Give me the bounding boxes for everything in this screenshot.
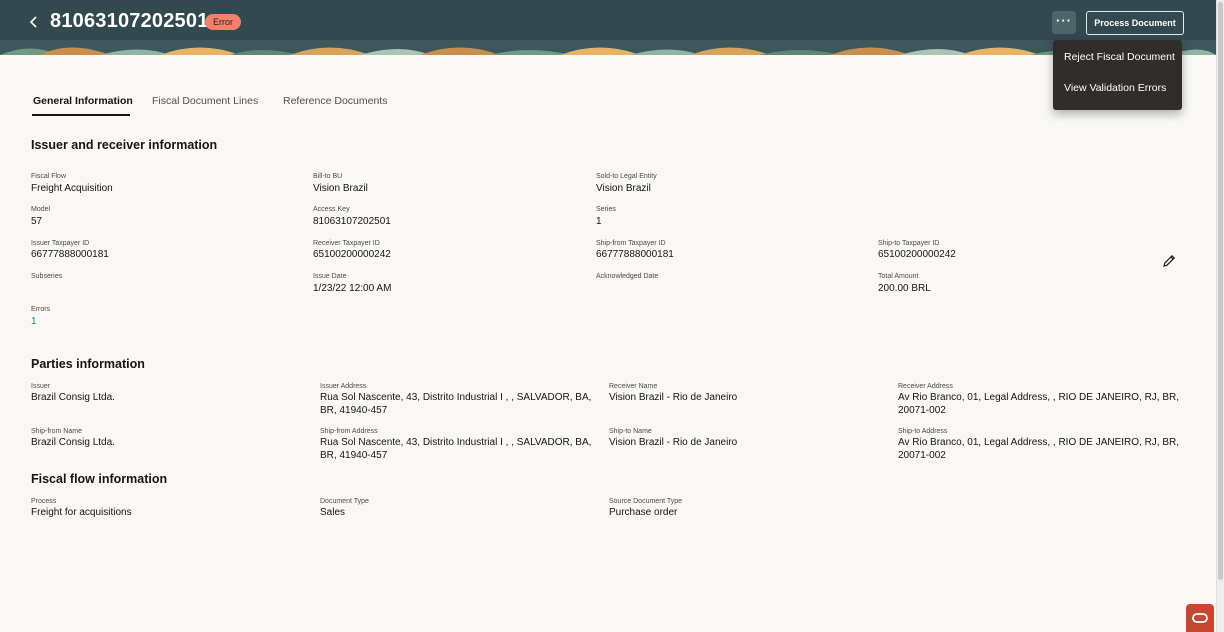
tab-fiscal-document-lines[interactable]: Fiscal Document Lines [152, 95, 258, 107]
sold-to-legal-entity-label: Sold-to Legal Entity [596, 173, 657, 180]
ship-from-taxpayer-id-value: 66777888000181 [596, 249, 674, 260]
document-type-label: Document Type [320, 498, 369, 505]
back-button[interactable] [22, 10, 46, 34]
errors-count-link[interactable]: 1 [31, 315, 37, 328]
issuer-taxpayer-id-value: 66777888000181 [31, 249, 109, 260]
status-badge: Error [205, 14, 241, 30]
pencil-icon [1163, 254, 1176, 267]
issue-date-value: 1/23/22 12:00 AM [313, 283, 392, 294]
ship-to-name-label: Ship-to Name [609, 428, 652, 435]
ship-from-name-label: Ship-from Name [31, 428, 82, 435]
ship-from-name-value: Brazil Consig Ltda. [31, 437, 115, 448]
series-label: Series [596, 206, 616, 213]
ship-from-address-value: Rua Sol Nascente, 43, Distrito Industria… [320, 437, 592, 461]
page-title: 81063107202501 [50, 10, 209, 32]
process-document-button[interactable]: Process Document [1086, 11, 1184, 35]
bill-to-bu-value: Vision Brazil [313, 183, 368, 194]
access-key-value: 81063107202501 [313, 216, 391, 227]
header-decorative-pattern [0, 40, 1216, 55]
ship-to-taxpayer-id-label: Ship-to Taxpayer ID [878, 240, 940, 247]
more-actions-menu: Reject Fiscal Document View Validation E… [1053, 40, 1182, 110]
model-value: 57 [31, 216, 43, 227]
issuer-address-value: Rua Sol Nascente, 43, Distrito Industria… [320, 392, 592, 416]
menu-item-view-validation-errors[interactable]: View Validation Errors [1064, 82, 1166, 94]
active-tab-indicator [32, 114, 130, 116]
issue-date-label: Issue Date [313, 273, 347, 280]
page-scrollbar[interactable] [1216, 0, 1224, 632]
edit-button[interactable] [1160, 252, 1178, 270]
sold-to-legal-entity-value: Vision Brazil [596, 183, 651, 194]
issuer-address-label: Issuer Address [320, 383, 367, 390]
access-key-label: Access Key [313, 206, 350, 213]
fiscal-flow-value: Freight Acquisition [31, 183, 113, 194]
section-title-parties: Parties information [31, 357, 145, 371]
document-type-value: Sales [320, 507, 346, 518]
source-document-type-label: Source Document Type [609, 498, 683, 505]
ship-to-address-value: Av Rio Branco, 01, Legal Address, , RIO … [898, 437, 1180, 461]
receiver-taxpayer-id-label: Receiver Taxpayer ID [313, 240, 380, 247]
process-value: Freight for acquisitions [31, 507, 132, 518]
source-document-type-value: Purchase order [609, 507, 678, 518]
errors-label: Errors [31, 306, 51, 313]
issuer-taxpayer-id-label: Issuer Taxpayer ID [31, 240, 90, 247]
chevron-left-icon [29, 16, 37, 28]
bill-to-bu-label: Bill-to BU [313, 173, 343, 180]
model-label: Model [31, 206, 51, 213]
issuer-value: Brazil Consig Ltda. [31, 392, 115, 403]
acknowledged-date-label: Acknowledged Date [596, 273, 659, 280]
tab-general-information[interactable]: General Information [33, 95, 133, 107]
receiver-address-label: Receiver Address [898, 383, 953, 390]
section-title-issuer-receiver: Issuer and receiver information [31, 138, 218, 152]
ship-to-address-label: Ship-to Address [898, 428, 948, 435]
total-amount-value: 200.00 BRL [878, 283, 931, 294]
section-title-fiscal-flow: Fiscal flow information [31, 472, 168, 486]
subseries-label: Subseries [31, 273, 63, 280]
scrollbar-thumb[interactable] [1218, 2, 1223, 580]
ship-to-taxpayer-id-value: 65100200000242 [878, 249, 956, 260]
ship-from-taxpayer-id-label: Ship-from Taxpayer ID [596, 240, 666, 247]
menu-item-reject-fiscal-document[interactable]: Reject Fiscal Document [1064, 51, 1175, 63]
tab-reference-documents[interactable]: Reference Documents [283, 95, 387, 107]
more-actions-button[interactable]: ··· [1052, 11, 1076, 34]
receiver-address-value: Av Rio Branco, 01, Legal Address, , RIO … [898, 392, 1180, 416]
series-value: 1 [596, 216, 602, 227]
receiver-name-label: Receiver Name [609, 383, 658, 390]
page-header: 81063107202501 Error ··· Process Documen… [0, 0, 1216, 55]
ship-to-name-value: Vision Brazil - Rio de Janeiro [609, 437, 738, 448]
issuer-label: Issuer [31, 383, 51, 390]
ship-from-address-label: Ship-from Address [320, 428, 378, 435]
oracle-logo-icon [1192, 613, 1208, 623]
process-label: Process [31, 498, 57, 505]
total-amount-label: Total Amount [878, 273, 919, 280]
receiver-name-value: Vision Brazil - Rio de Janeiro [609, 392, 738, 403]
fiscal-flow-label: Fiscal Flow [31, 173, 67, 180]
oracle-assistant-button[interactable] [1186, 604, 1214, 632]
receiver-taxpayer-id-value: 65100200000242 [313, 249, 391, 260]
